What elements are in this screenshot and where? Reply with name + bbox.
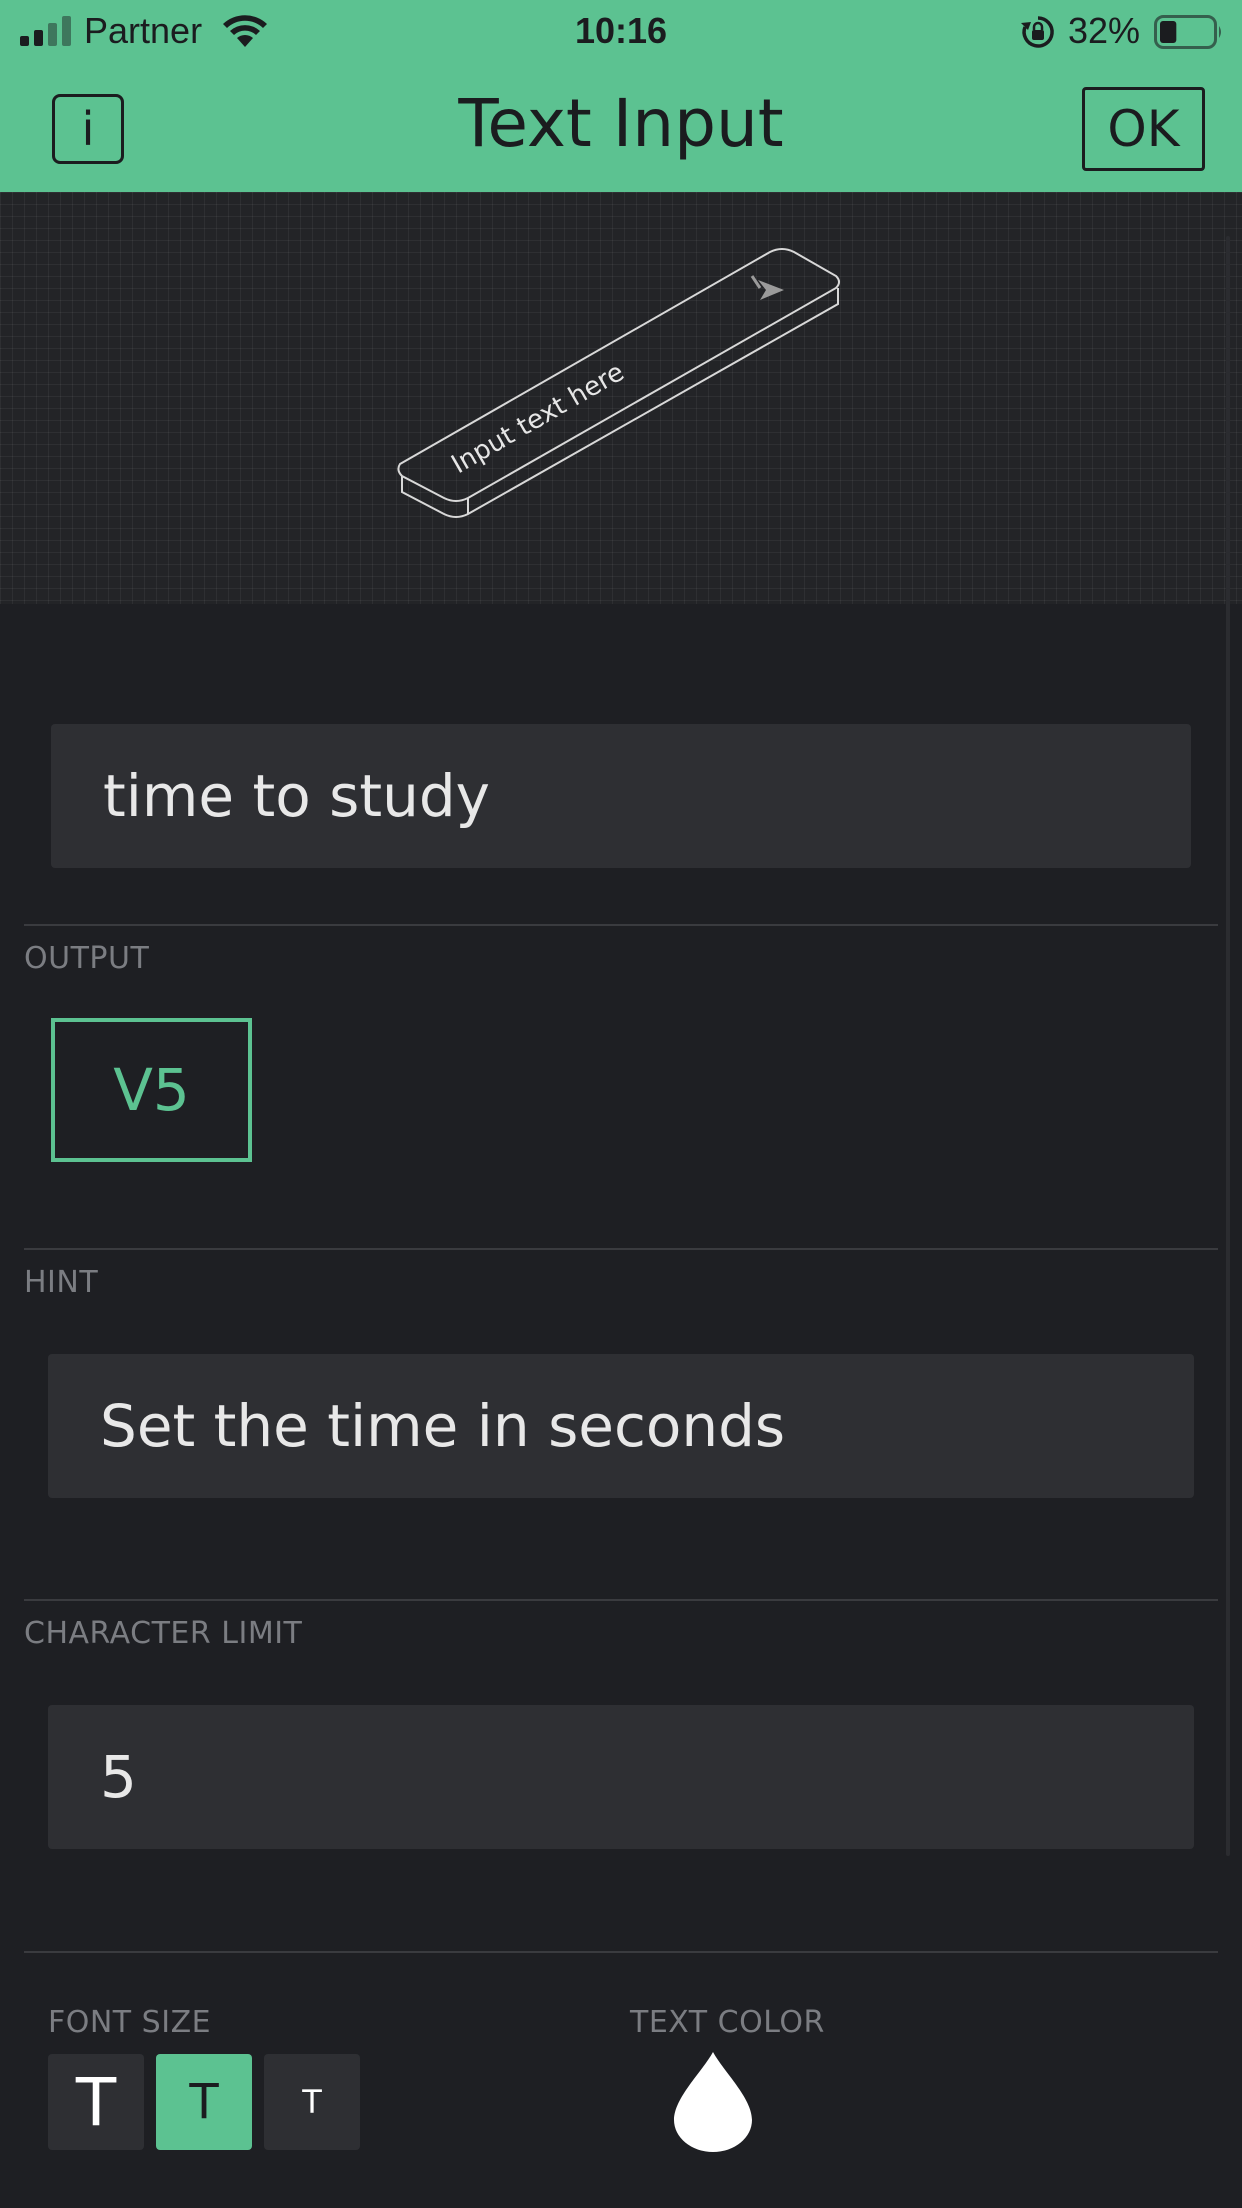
font-size-label: FONT SIZE (48, 2005, 212, 2040)
ok-button[interactable]: OK (1082, 87, 1205, 171)
font-size-large-button[interactable]: T (48, 2054, 144, 2150)
orientation-lock-icon (1021, 16, 1054, 48)
font-size-medium-button[interactable]: T (156, 2054, 252, 2150)
divider (24, 924, 1218, 926)
font-size-small-glyph: T (302, 2083, 322, 2121)
font-size-large-glyph: T (75, 2063, 117, 2141)
font-size-medium-glyph: T (189, 2074, 219, 2130)
text-color-drop-icon[interactable] (672, 2050, 754, 2154)
send-arrow-icon (750, 275, 784, 300)
character-limit-input[interactable]: 5 (48, 1705, 1194, 1849)
output-pin-value: V5 (113, 1056, 190, 1124)
divider (24, 1951, 1218, 1953)
status-bar: Partner 10:16 32% (0, 0, 1242, 64)
hint-input[interactable]: Set the time in seconds (48, 1354, 1194, 1498)
divider (24, 1599, 1218, 1601)
widget-preview: Input text here (0, 192, 1242, 604)
text-color-label: TEXT COLOR (630, 2005, 825, 2040)
label-input[interactable]: time to study (51, 724, 1191, 868)
page-title: Text Input (458, 85, 784, 162)
scrollbar[interactable] (1226, 236, 1230, 1856)
text-input-widget-illustration: Input text here (397, 248, 840, 518)
output-label: OUTPUT (24, 941, 150, 976)
font-size-small-button[interactable]: T (264, 2054, 360, 2150)
battery-percent: 32% (1068, 10, 1141, 51)
preview-placeholder: Input text here (447, 357, 630, 480)
hint-label: HINT (24, 1265, 99, 1300)
character-limit-label: CHARACTER LIMIT (24, 1616, 303, 1651)
battery-icon (1154, 15, 1221, 49)
output-pin-button[interactable]: V5 (51, 1018, 252, 1162)
divider (24, 1248, 1218, 1250)
header: Partner 10:16 32% i Text Input OK (0, 0, 1242, 192)
